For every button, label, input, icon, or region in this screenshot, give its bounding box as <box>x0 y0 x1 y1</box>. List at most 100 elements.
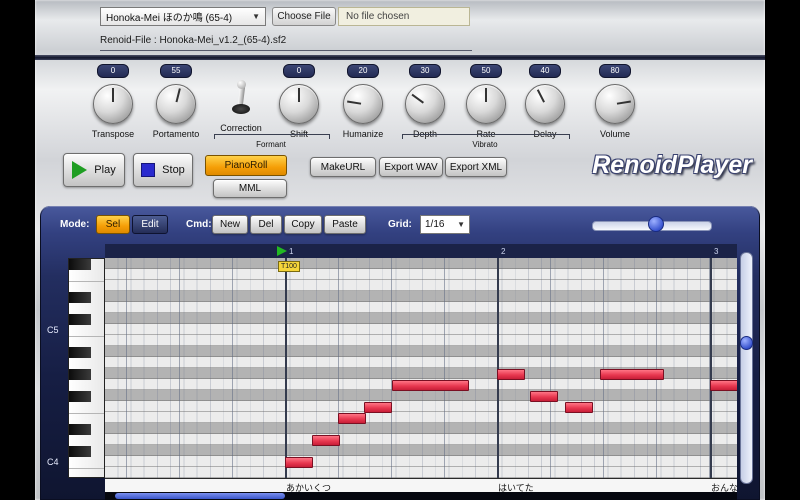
depth-value: 30 <box>409 64 441 78</box>
volume-value: 80 <box>599 64 631 78</box>
new-button[interactable]: New <box>212 215 248 234</box>
piano-keys[interactable] <box>68 258 105 478</box>
toggle-cap-icon <box>237 80 246 89</box>
black-key[interactable] <box>69 446 91 457</box>
cmd-label: Cmd: <box>186 219 212 230</box>
app-logo: RenoidPlayer <box>592 151 752 179</box>
toggle-base-icon <box>232 104 250 114</box>
note[interactable] <box>338 413 366 424</box>
portamento-value: 55 <box>160 64 192 78</box>
knob-indicator <box>411 93 424 104</box>
file-status-field: No file chosen <box>338 7 470 26</box>
measure-bar[interactable]: 1 2 3 <box>105 244 737 259</box>
beat-line <box>444 258 445 478</box>
beat-line <box>179 258 180 478</box>
humanize-value: 20 <box>347 64 379 78</box>
vibrato-group-label: Vibrato <box>472 140 498 149</box>
vertical-scrollbar-thumb[interactable] <box>740 336 753 350</box>
black-key[interactable] <box>69 259 91 270</box>
editor-panel: Mode: Sel Edit Cmd: New Del Copy Paste G… <box>40 206 760 500</box>
black-key[interactable] <box>69 391 91 402</box>
correction-toggle[interactable] <box>221 78 261 118</box>
black-key[interactable] <box>69 314 91 325</box>
choose-file-button[interactable]: Choose File <box>272 7 336 26</box>
note[interactable] <box>600 369 664 380</box>
measure-line <box>710 258 712 478</box>
knob-col-transpose: 0 Transpose <box>78 64 148 148</box>
note[interactable] <box>364 402 392 413</box>
humanize-knob[interactable] <box>343 84 383 124</box>
formant-bracket <box>214 134 330 139</box>
copy-button[interactable]: Copy <box>284 215 322 234</box>
white-key-separator <box>69 413 104 414</box>
mode-edit-button[interactable]: Edit <box>132 215 168 234</box>
play-button[interactable]: Play <box>63 153 125 187</box>
play-icon <box>72 161 88 179</box>
knob-col-volume: 80 Volume <box>580 64 650 148</box>
renoid-file-label: Renoid-File : Honoka-Mei_v1.2_(65-4).sf2 <box>100 35 472 51</box>
playhead-icon[interactable] <box>277 246 287 256</box>
rate-value: 50 <box>470 64 502 78</box>
mode-sel-button[interactable]: Sel <box>96 215 130 234</box>
beat-line <box>391 258 392 478</box>
formant-group-label: Formant <box>256 140 286 149</box>
octave-label: C4 <box>47 457 59 467</box>
stop-button[interactable]: Stop <box>133 153 193 187</box>
note[interactable] <box>497 369 525 380</box>
del-button[interactable]: Del <box>250 215 282 234</box>
shift-value: 0 <box>283 64 315 78</box>
make-url-button[interactable]: MakeURL <box>310 157 376 177</box>
chevron-down-icon: ▼ <box>457 220 465 229</box>
beat-line <box>126 258 127 478</box>
measure-number: 2 <box>501 247 506 256</box>
knob-indicator <box>298 88 300 102</box>
paste-button[interactable]: Paste <box>324 215 366 234</box>
horizontal-scrollbar[interactable] <box>105 492 737 500</box>
portamento-knob[interactable] <box>156 84 196 124</box>
black-key[interactable] <box>69 292 91 303</box>
export-xml-button[interactable]: Export XML <box>445 157 507 177</box>
voice-select-value: Honoka-Mei ほのか鳴 (65-4) <box>106 13 233 24</box>
shift-knob[interactable] <box>279 84 319 124</box>
measure-number: 1 <box>289 247 294 256</box>
note[interactable] <box>312 435 340 446</box>
black-key[interactable] <box>69 347 91 358</box>
grid-select[interactable]: 1/16 ▼ <box>420 215 470 234</box>
white-key-separator <box>69 281 104 282</box>
depth-knob[interactable] <box>405 84 445 124</box>
rate-knob[interactable] <box>466 84 506 124</box>
knob-indicator <box>616 100 631 105</box>
pianoroll-button[interactable]: PianoRoll <box>205 155 287 176</box>
note[interactable] <box>285 457 313 468</box>
vertical-scrollbar[interactable] <box>740 252 753 484</box>
note[interactable] <box>565 402 593 413</box>
piano-roll-grid[interactable] <box>105 258 737 478</box>
tempo-tag[interactable]: T100 <box>278 261 300 272</box>
vibrato-bracket <box>402 134 570 139</box>
note[interactable] <box>710 380 737 391</box>
volume-knob[interactable] <box>595 84 635 124</box>
export-wav-button[interactable]: Export WAV <box>379 157 443 177</box>
horizontal-scrollbar-thumb[interactable] <box>115 493 285 499</box>
beat-line <box>603 258 604 478</box>
note[interactable] <box>392 380 469 391</box>
black-key[interactable] <box>69 424 91 435</box>
knob-indicator <box>347 100 362 105</box>
section-divider <box>35 55 765 60</box>
knob-indicator <box>112 88 114 102</box>
mml-button[interactable]: MML <box>213 179 287 198</box>
white-key-separator <box>69 336 104 337</box>
knob-indicator <box>536 89 545 103</box>
note[interactable] <box>530 391 558 402</box>
knob-col-portamento: 55 Portamento <box>141 64 211 148</box>
transpose-value: 0 <box>97 64 129 78</box>
voice-select[interactable]: Honoka-Mei ほのか鳴 (65-4) ▼ <box>100 7 266 26</box>
delay-knob[interactable] <box>525 84 565 124</box>
knob-indicator <box>175 88 181 103</box>
transpose-knob[interactable] <box>93 84 133 124</box>
measure-line <box>285 258 287 478</box>
renoid-player-app: Honoka-Mei ほのか鳴 (65-4) ▼ Choose File No … <box>0 0 800 500</box>
zoom-slider-thumb[interactable] <box>648 216 664 232</box>
black-key[interactable] <box>69 369 91 380</box>
grid-label: Grid: <box>388 219 412 230</box>
